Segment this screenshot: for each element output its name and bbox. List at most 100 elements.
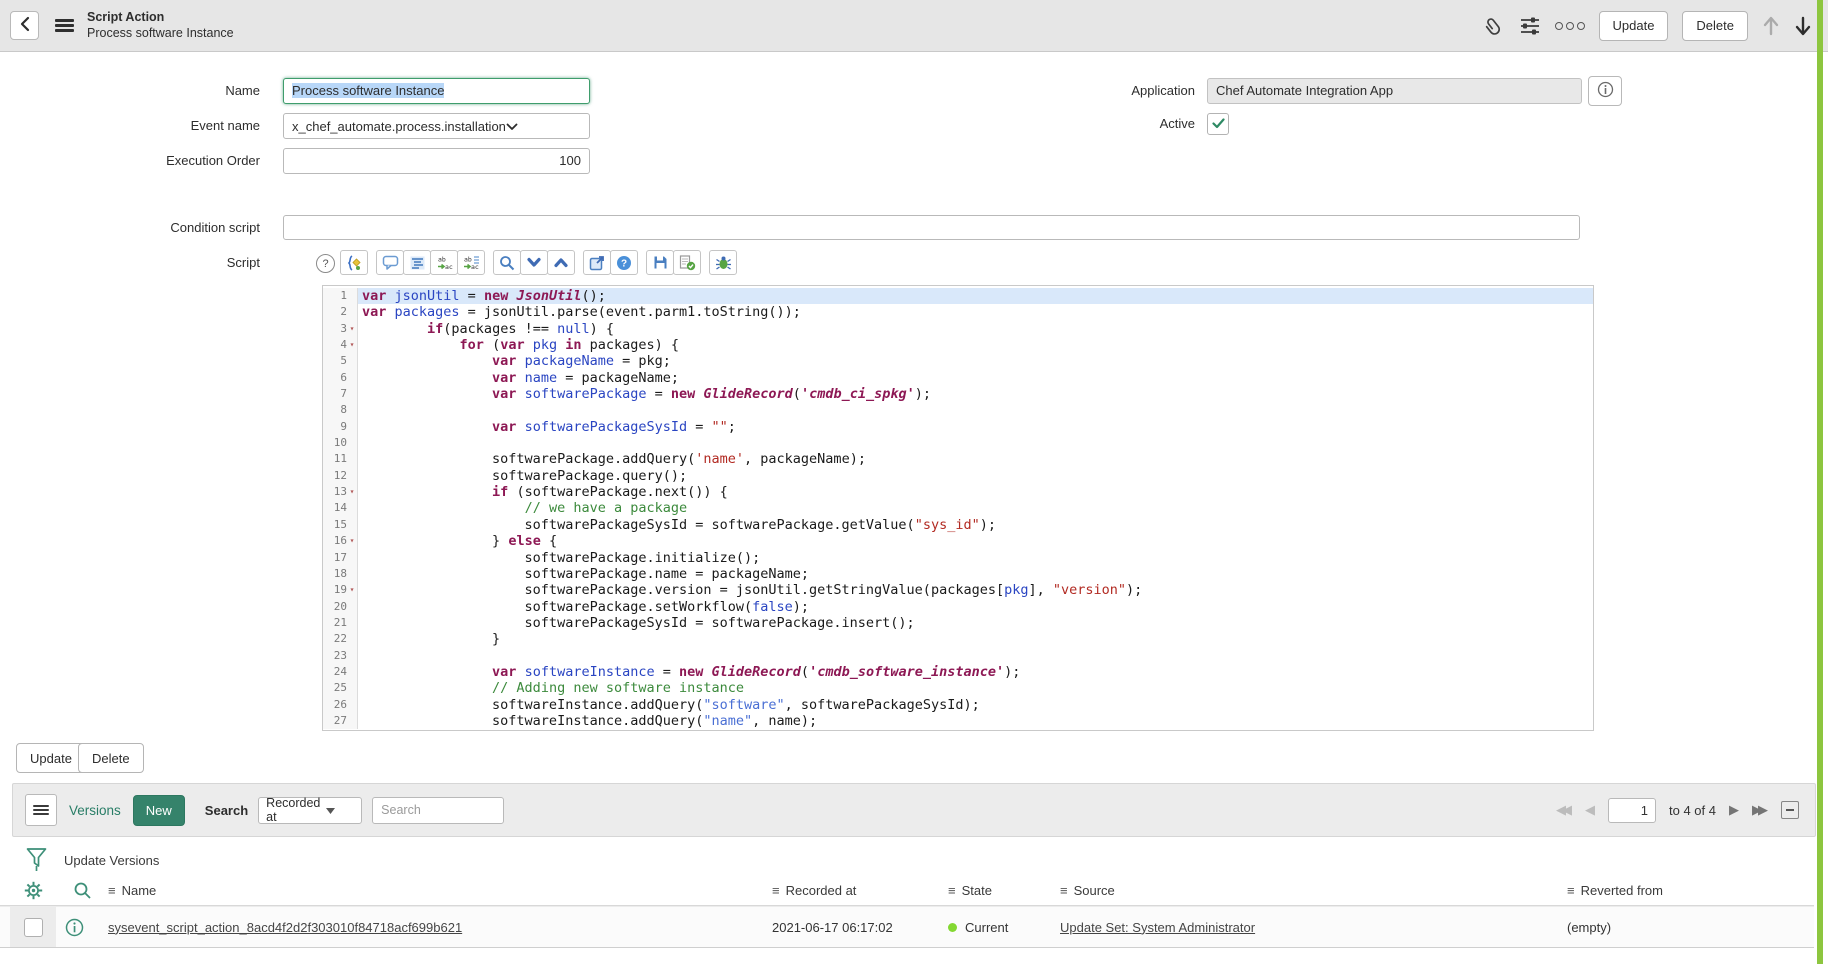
code-line-14[interactable]: 14 // we have a package (323, 500, 1593, 516)
code-line-15[interactable]: 15 softwarePackageSysId = softwarePackag… (323, 517, 1593, 533)
script-help-icon[interactable]: ? (316, 254, 335, 273)
code-line-16[interactable]: 16▾ } else { (323, 533, 1593, 549)
code-line-26[interactable]: 26 softwareInstance.addQuery("software",… (323, 697, 1593, 713)
filter-funnel-icon[interactable] (26, 847, 47, 873)
comment-toggle-icon[interactable] (376, 250, 404, 275)
code-line-13[interactable]: 13▾ if (softwarePackage.next()) { (323, 484, 1593, 500)
column-header-source[interactable]: ≡Source (1060, 883, 1567, 898)
line-number: 8 (323, 402, 358, 418)
code-line-2[interactable]: 2var packages = jsonUtil.parse(event.par… (323, 304, 1593, 320)
source-link[interactable]: Update Set: System Administrator (1060, 920, 1567, 935)
code-line-11[interactable]: 11 softwarePackage.addQuery('name', pack… (323, 451, 1593, 467)
last-page-icon[interactable]: ▶▶ (1752, 802, 1768, 818)
page-number-input[interactable] (1608, 798, 1656, 823)
script-action-page: Script Action Process software Instance … (0, 0, 1828, 964)
more-options-icon[interactable] (1555, 22, 1585, 30)
list-menu-button[interactable] (25, 794, 57, 826)
script-editor[interactable]: 1var jsonUtil = new JsonUtil();2var pack… (322, 285, 1594, 731)
column-menu-icon: ≡ (108, 883, 116, 898)
popout-icon[interactable] (583, 250, 611, 275)
code-line-4[interactable]: 4▾ for (var pkg in packages) { (323, 337, 1593, 353)
update-button-footer[interactable]: Update (16, 743, 86, 773)
row-checkbox[interactable] (24, 918, 43, 937)
code-line-20[interactable]: 20 softwarePackage.setWorkflow(false); (323, 599, 1593, 615)
back-button[interactable] (10, 11, 39, 40)
script-fields-icon[interactable] (340, 250, 368, 275)
fold-marker-icon[interactable]: ▾ (347, 321, 357, 337)
first-page-icon[interactable]: ◀◀ (1556, 802, 1572, 818)
code-line-10[interactable]: 10 (323, 435, 1593, 451)
code-line-6[interactable]: 6 var name = packageName; (323, 370, 1593, 386)
line-number: 20 (323, 599, 358, 615)
code-line-23[interactable]: 23 (323, 648, 1593, 664)
code-line-5[interactable]: 5 var packageName = pkg; (323, 353, 1593, 369)
new-version-button[interactable]: New (133, 795, 185, 826)
previous-record-icon[interactable] (1762, 14, 1780, 38)
fold-marker-icon[interactable]: ▾ (347, 533, 357, 549)
replace-all-icon[interactable]: abac (457, 250, 485, 275)
code-line-9[interactable]: 9 var softwarePackageSysId = ""; (323, 419, 1593, 435)
list-search-icon[interactable] (56, 881, 108, 900)
fold-marker-icon[interactable]: ▾ (347, 484, 357, 500)
execution-order-label: Execution Order (100, 148, 260, 174)
column-menu-icon: ≡ (772, 883, 780, 898)
name-input[interactable]: Process software Instance (283, 78, 590, 104)
next-page-icon[interactable]: ▶ (1729, 802, 1739, 818)
column-header-state[interactable]: ≡State (948, 883, 1060, 898)
event-name-select[interactable]: x_chef_automate.process.installation (283, 113, 590, 139)
code-line-21[interactable]: 21 softwarePackageSysId = softwarePackag… (323, 615, 1593, 631)
format-code-icon[interactable] (403, 250, 431, 275)
event-name-label: Event name (100, 113, 260, 139)
column-header-reverted-from[interactable]: ≡Reverted from (1567, 883, 1814, 898)
delete-button-footer[interactable]: Delete (78, 743, 144, 773)
code-line-3[interactable]: 3▾ if(packages !== null) { (323, 321, 1593, 337)
previous-page-icon[interactable]: ◀ (1585, 802, 1595, 818)
version-name-link[interactable]: sysevent_script_action_8acd4f2d2f303010f… (108, 920, 772, 935)
record-preview-icon[interactable] (56, 918, 108, 937)
code-line-8[interactable]: 8 (323, 402, 1593, 418)
save-icon[interactable] (646, 250, 674, 275)
code-line-17[interactable]: 17 softwarePackage.initialize(); (323, 550, 1593, 566)
breadcrumb[interactable]: Update Versions (64, 853, 159, 868)
recorded-at-value: 2021-06-17 06:17:02 (772, 920, 948, 935)
search-label: Search (205, 803, 248, 818)
delete-button-header[interactable]: Delete (1682, 11, 1748, 41)
versions-list-title[interactable]: Versions (69, 803, 121, 818)
context-menu-icon[interactable] (55, 19, 74, 32)
active-checkbox[interactable] (1207, 113, 1229, 135)
line-number: 24 (323, 664, 358, 680)
code-line-19[interactable]: 19▾ softwarePackage.version = jsonUtil.g… (323, 582, 1593, 598)
code-line-1[interactable]: 1var jsonUtil = new JsonUtil(); (323, 288, 1593, 304)
personalize-form-icon[interactable] (1519, 16, 1541, 36)
syntax-check-icon[interactable] (673, 250, 701, 275)
column-header-name[interactable]: ≡Name (108, 883, 772, 898)
editor-help-icon[interactable]: ? (610, 250, 638, 275)
versions-search-input[interactable] (372, 797, 504, 824)
code-line-18[interactable]: 18 softwarePackage.name = packageName; (323, 566, 1593, 582)
collapse-list-icon[interactable] (1781, 801, 1799, 819)
update-button-header[interactable]: Update (1599, 11, 1669, 41)
attachment-icon[interactable] (1483, 15, 1505, 37)
svg-text:ac: ac (471, 263, 479, 271)
search-column-select[interactable]: Recorded at (258, 797, 362, 824)
code-line-22[interactable]: 22 } (323, 631, 1593, 647)
search-icon[interactable] (493, 250, 521, 275)
code-line-27[interactable]: 27 softwareInstance.addQuery("name", nam… (323, 713, 1593, 729)
find-previous-icon[interactable] (547, 250, 575, 275)
fold-marker-icon[interactable]: ▾ (347, 582, 357, 598)
debug-icon[interactable] (709, 250, 737, 275)
code-line-24[interactable]: 24 var softwareInstance = new GlideRecor… (323, 664, 1593, 680)
code-line-25[interactable]: 25 // Adding new software instance (323, 680, 1593, 696)
next-record-icon[interactable] (1794, 14, 1812, 38)
code-line-7[interactable]: 7 var softwarePackage = new GlideRecord(… (323, 386, 1593, 402)
application-info-button[interactable] (1588, 76, 1622, 106)
replace-icon[interactable]: abac (430, 250, 458, 275)
condition-script-input[interactable] (283, 215, 1580, 240)
column-header-recorded-at[interactable]: ≡Recorded at (772, 883, 948, 898)
execution-order-input[interactable]: 100 (283, 148, 590, 174)
fold-marker-icon[interactable]: ▾ (347, 337, 357, 353)
find-next-icon[interactable] (520, 250, 548, 275)
code-line-12[interactable]: 12 softwarePackage.query(); (323, 468, 1593, 484)
list-settings-gear-icon[interactable] (10, 881, 56, 900)
checkmark-icon (1212, 117, 1225, 132)
